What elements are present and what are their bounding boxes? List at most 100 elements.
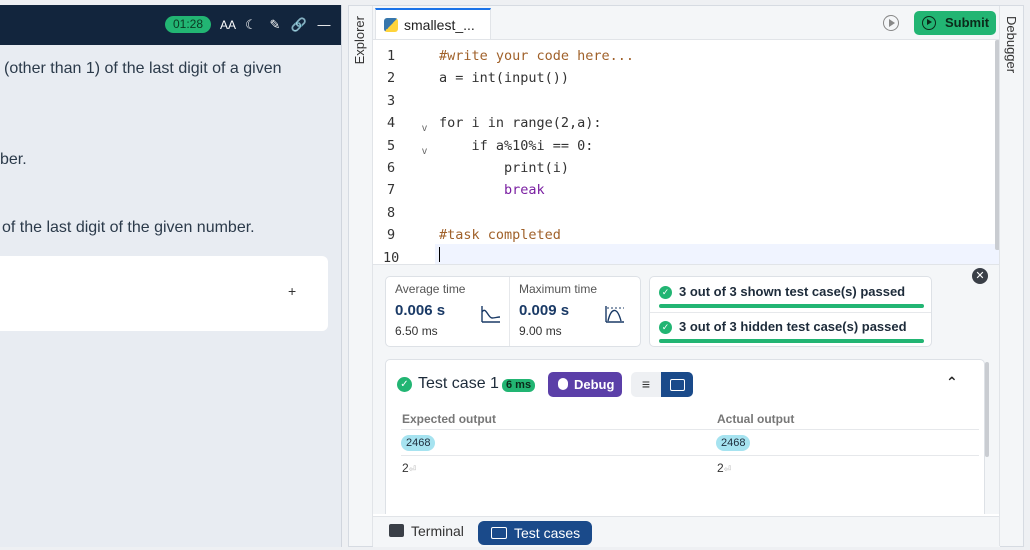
bug-icon — [558, 378, 568, 390]
average-time-stat: Average time 0.006 s 6.50 ms — [386, 277, 509, 346]
submit-button[interactable]: Submit — [914, 11, 996, 35]
terminal-tab[interactable]: Terminal — [389, 523, 464, 545]
fold-chevron-icon[interactable]: v — [422, 146, 427, 157]
avg-time-label: Average time — [395, 282, 466, 296]
timing-card: Average time 0.006 s 6.50 ms Maximum tim… — [385, 276, 641, 347]
hidden-passed-text: 3 out of 3 hidden test case(s) passed — [679, 319, 907, 334]
test-case-title[interactable]: Test case 1 — [418, 375, 499, 393]
test-cases-label: Test cases — [514, 525, 581, 541]
chevron-up-icon[interactable]: ⌃ — [946, 374, 958, 391]
average-chart-icon — [481, 306, 501, 323]
problem-toolbar: 01:28 AA ☾ ✎ 🔗 — — [0, 5, 341, 45]
actual-output-text: 2 — [717, 461, 724, 475]
actual-output-value: 2⏎ — [717, 461, 731, 475]
debug-label: Debug — [574, 377, 615, 392]
terminal-label: Terminal — [411, 523, 464, 539]
file-tab[interactable]: smallest_... — [375, 8, 491, 39]
check-icon: ✓ — [397, 377, 412, 392]
expected-output-header: Expected output — [402, 412, 497, 426]
test-case-time-badge: 6 ms — [502, 379, 536, 392]
terminal-icon — [389, 524, 404, 537]
run-icon[interactable] — [883, 15, 899, 31]
expected-input-pill: 2468 — [401, 435, 436, 451]
line-number: 9 — [387, 227, 396, 243]
table-icon — [491, 527, 507, 539]
expected-output-value: 2⏎ — [402, 461, 416, 475]
results-scrollbar[interactable] — [985, 362, 989, 457]
custom-input-card[interactable]: + — [0, 256, 328, 331]
close-icon[interactable]: ✕ — [972, 268, 988, 284]
list-view-icon[interactable]: ≡ — [631, 372, 661, 397]
newline-icon: ⏎ — [723, 464, 732, 474]
check-icon: ✓ — [659, 321, 672, 334]
dark-mode-icon[interactable]: ☾ — [242, 15, 260, 35]
shown-passed-row: ✓ 3 out of 3 shown test case(s) passed — [650, 277, 931, 312]
shown-passed-text: 3 out of 3 shown test case(s) passed — [679, 284, 906, 299]
line-number: 5 — [387, 138, 396, 154]
code-line: for i in range(2,a): — [439, 115, 602, 131]
table-view-icon[interactable] — [661, 372, 693, 397]
line-gutter: 1 2 3 4 5 6 7 8 9 10 v v — [373, 40, 435, 264]
fold-chevron-icon[interactable]: v — [422, 123, 427, 134]
line-number: 8 — [387, 205, 396, 221]
problem-panel: 01:28 AA ☾ ✎ 🔗 — (other than 1) of the l… — [0, 5, 342, 547]
code-line: print(i) — [439, 160, 570, 176]
max-time-sub: 9.00 ms — [519, 324, 562, 338]
python-icon — [384, 18, 398, 32]
shown-progress-bar — [659, 304, 924, 308]
hidden-progress-bar — [659, 339, 924, 343]
test-case-card: ✓ Test case 1 6 ms Debug ≡ ⌃ Expected ou… — [385, 359, 985, 514]
max-time-value: 0.009 s — [519, 302, 570, 319]
line-number: 2 — [387, 70, 396, 86]
newline-icon: ⏎ — [408, 464, 417, 474]
hidden-passed-row: ✓ 3 out of 3 hidden test case(s) passed — [650, 312, 931, 347]
code-line: #write your code here... — [439, 48, 635, 64]
link-icon[interactable]: 🔗 — [290, 15, 308, 35]
maximum-chart-icon — [605, 306, 624, 323]
avg-time-value: 0.006 s — [395, 302, 446, 319]
line-number: 10 — [383, 250, 400, 264]
bottom-tab-bar: Terminal Test cases — [373, 516, 1000, 547]
code-line: a = int(input()) — [439, 70, 570, 86]
line-number: 3 — [387, 93, 396, 109]
avg-time-sub: 6.50 ms — [395, 324, 438, 338]
explorer-label[interactable]: Explorer — [352, 16, 367, 64]
debugger-sidebar[interactable]: Debugger — [999, 6, 1023, 546]
minimize-icon[interactable]: — — [315, 15, 333, 35]
font-size-icon[interactable]: AA — [219, 15, 237, 35]
check-icon: ✓ — [659, 286, 672, 299]
edit-icon[interactable]: ✎ — [266, 15, 284, 35]
editor-panel: Explorer smallest_... Submit 1 2 3 4 5 6… — [348, 5, 1024, 547]
timer-badge: 01:28 — [165, 16, 211, 33]
play-icon — [922, 16, 936, 30]
actual-input-pill: 2468 — [716, 435, 751, 451]
add-icon[interactable]: + — [288, 283, 296, 299]
problem-text-line: ber. — [0, 151, 27, 168]
active-line — [435, 244, 1000, 264]
explorer-sidebar[interactable]: Explorer — [349, 6, 373, 546]
line-number: 4 — [387, 115, 396, 131]
actual-output-header: Actual output — [717, 412, 795, 426]
text-cursor — [439, 247, 440, 262]
line-number: 6 — [387, 160, 396, 176]
results-panel: ✕ Average time 0.006 s 6.50 ms Maximum t… — [373, 264, 1000, 514]
problem-text-line: of the last digit of the given number. — [2, 219, 255, 236]
passed-summary-card: ✓ 3 out of 3 shown test case(s) passed ✓… — [649, 276, 932, 347]
table-divider — [401, 429, 979, 430]
test-cases-tab[interactable]: Test cases — [478, 521, 592, 545]
debugger-label[interactable]: Debugger — [1004, 16, 1019, 73]
problem-text-line: (other than 1) of the last digit of a gi… — [4, 60, 282, 77]
submit-label: Submit — [945, 15, 990, 30]
code-editor[interactable]: 1 2 3 4 5 6 7 8 9 10 v v #write your cod… — [373, 40, 1000, 264]
code-line: break — [439, 182, 545, 198]
code-line: if a%10%i == 0: — [439, 138, 594, 154]
file-tab-name: smallest_... — [404, 17, 475, 33]
maximum-time-stat: Maximum time 0.009 s 9.00 ms — [510, 277, 633, 346]
line-number: 1 — [387, 48, 396, 64]
line-number: 7 — [387, 182, 396, 198]
code-line: #task completed — [439, 227, 561, 243]
debug-button[interactable]: Debug — [548, 372, 622, 397]
table-divider — [401, 455, 979, 456]
max-time-label: Maximum time — [519, 282, 598, 296]
editor-tabbar: smallest_... Submit — [373, 6, 1000, 40]
